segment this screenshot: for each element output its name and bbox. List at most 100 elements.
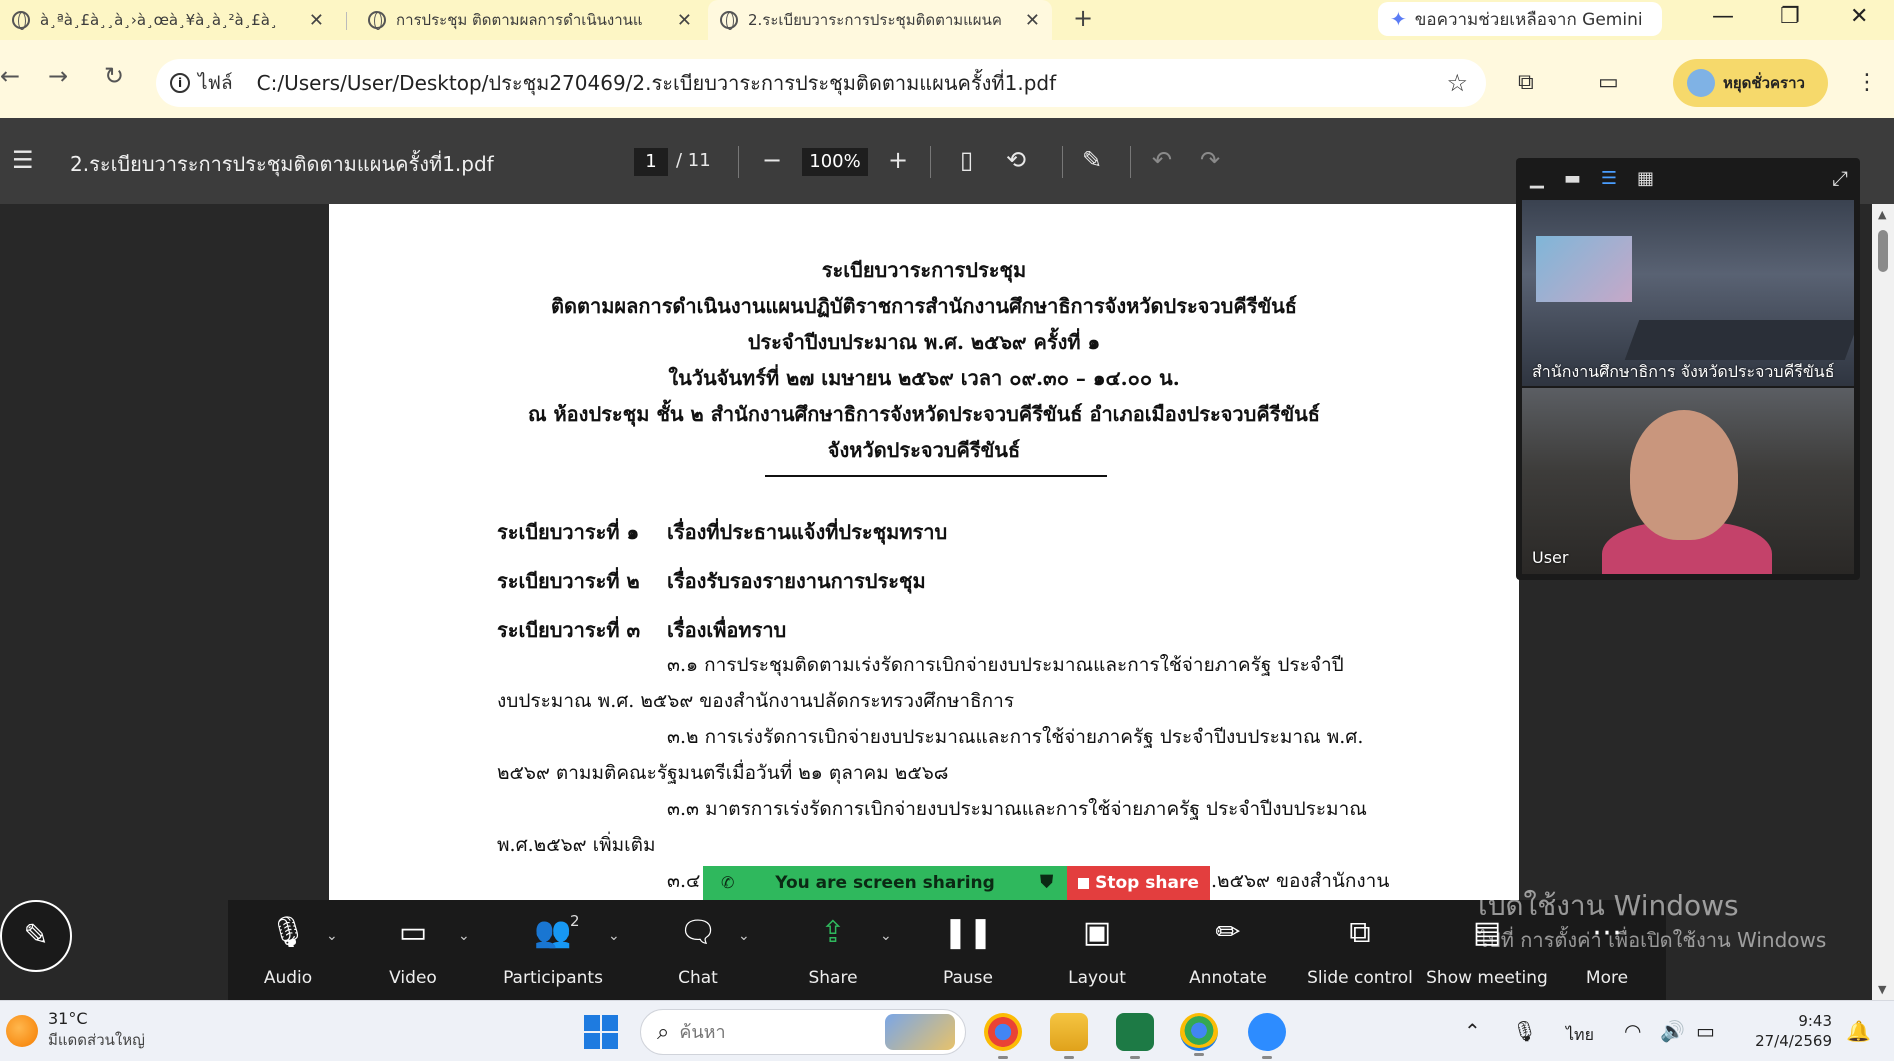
chrome-icon[interactable] <box>984 1013 1022 1059</box>
page-number-input[interactable]: 1 <box>634 148 668 176</box>
search-input[interactable] <box>679 1021 860 1043</box>
forward-icon[interactable]: → <box>48 62 68 90</box>
video-button[interactable]: ▭ ⌄ Video <box>348 900 478 1000</box>
doc-heading-line: จังหวัดประจวบคีรีขันธ์ <box>827 438 1021 462</box>
page-total: / 11 <box>676 150 711 171</box>
menu-kebab-icon[interactable]: ⋮ <box>1856 70 1878 95</box>
taskbar-search[interactable]: ⌕ <box>640 1009 966 1055</box>
pdf-file-name: 2.ระเบียบวาระการประชุมติดตามแผนครั้งที่1… <box>70 152 494 176</box>
chevron-up-icon[interactable]: ⌄ <box>458 928 470 944</box>
restore-button[interactable]: ❐ <box>1780 4 1800 29</box>
scroll-down-icon[interactable]: ▼ <box>1878 983 1886 996</box>
chrome-profile-icon[interactable] <box>1180 1013 1218 1056</box>
browser-tab-active[interactable]: 2.ระเบียบวาระการประชุมติดตามแผนค ✕ <box>708 0 1052 40</box>
pause-label: Pause <box>943 968 993 988</box>
divider <box>930 146 931 178</box>
search-icon: ⌕ <box>657 1019 670 1045</box>
minimize-view-icon[interactable]: ▁ <box>1530 168 1544 189</box>
agenda-item: ระเบียบวาระที่ ๒ เรื่องรับรองรายงานการปร… <box>497 565 926 597</box>
clock-time: 9:43 <box>1798 1012 1832 1030</box>
video-tile[interactable]: สำนักงานศึกษาธิการ จังหวัดประจวบคีรีขันธ… <box>1522 200 1854 386</box>
divider <box>1130 146 1131 178</box>
back-icon[interactable]: ← <box>0 62 20 90</box>
pdf-scrollbar[interactable]: ▲ ▼ <box>1872 204 1894 1000</box>
browser-tab[interactable]: การประชุม ติดตามผลการดำเนินงานแ ✕ <box>356 0 704 40</box>
expand-icon[interactable]: ⤢ <box>1832 166 1848 190</box>
chevron-up-icon[interactable]: ⌄ <box>738 928 750 944</box>
gemini-button[interactable]: ✦ ขอความช่วยเหลือจาก Gemini <box>1378 2 1662 36</box>
video-label: Video <box>389 968 437 988</box>
zoom-out-icon[interactable]: − <box>762 146 782 174</box>
weather-temp: 31°C <box>48 1009 88 1028</box>
slide-control-button[interactable]: ⧉ Slide control <box>1300 900 1420 1000</box>
scroll-up-icon[interactable]: ▲ <box>1878 208 1886 221</box>
fit-page-icon[interactable]: ▯ <box>960 146 973 174</box>
video-tile[interactable]: User <box>1522 388 1854 574</box>
gallery-view-icon[interactable]: ▦ <box>1637 168 1654 189</box>
input-language[interactable]: ไทย <box>1566 1023 1594 1048</box>
undo-icon[interactable]: ↶ <box>1152 146 1172 174</box>
zoom-app-icon[interactable] <box>1248 1013 1286 1059</box>
bookmark-star-icon[interactable]: ☆ <box>1446 69 1468 97</box>
speaker-icon[interactable]: 🔊 <box>1660 1019 1685 1043</box>
browser-tab[interactable]: à¸ªà¸£à¸¸à¸›à¸œà¸¥à¸à¸²à¸£à¸ ✕ <box>0 0 336 40</box>
site-info-icon[interactable]: i <box>170 73 190 93</box>
file-scheme-chip[interactable]: ไฟล์ <box>198 68 233 98</box>
reload-icon[interactable]: ↻ <box>104 62 124 90</box>
notification-bell-icon[interactable]: 🔔 <box>1846 1019 1871 1043</box>
address-bar[interactable]: i ไฟล์ C:/Users/User/Desktop/ประชุม27046… <box>156 59 1486 107</box>
redo-icon[interactable]: ↷ <box>1200 146 1220 174</box>
layout-button[interactable]: ▣ Layout <box>1042 900 1152 1000</box>
scroll-thumb[interactable] <box>1878 230 1888 272</box>
participants-button[interactable]: 👥 2 ⌄ Participants <box>478 900 628 1000</box>
close-tab-icon[interactable]: ✕ <box>309 10 324 31</box>
share-button[interactable]: ⇪ ⌄ Share <box>768 900 898 1000</box>
url-text[interactable]: C:/Users/User/Desktop/ประชุม270469/2.ระเ… <box>257 67 1056 99</box>
participants-icon: 👥 <box>534 915 572 950</box>
annotate-button[interactable]: ✏ Annotate <box>1168 900 1288 1000</box>
doc-heading-line: ติดตามผลการดำเนินงานแผนปฏิบัติราชการสำนั… <box>551 294 1297 318</box>
audio-button[interactable]: 🎙 ⌄ Audio <box>228 900 348 1000</box>
weather-widget[interactable]: 31°C มีแดดส่วนใหญ่ <box>6 1009 145 1052</box>
close-tab-icon[interactable]: ✕ <box>677 10 692 31</box>
cast-icon[interactable]: ▭ <box>1598 70 1619 95</box>
zoom-meeting-controls: 🎙 ⌄ Audio ▭ ⌄ Video 👥 2 ⌄ Participants 🗨… <box>228 900 1666 1000</box>
new-tab-button[interactable]: + <box>1073 4 1093 32</box>
file-explorer-icon[interactable] <box>1050 1013 1088 1059</box>
activation-watermark-title: เปิดใช้งาน Windows <box>1478 889 1739 922</box>
stop-share-label: Stop share <box>1095 873 1199 893</box>
chevron-up-icon[interactable]: ⌄ <box>880 928 892 944</box>
divider <box>1062 146 1063 178</box>
sharing-status[interactable]: ✆ You are screen sharing ⛊ <box>703 866 1067 900</box>
annotate-pen-icon[interactable]: ✎ <box>0 900 72 972</box>
zoom-level-input[interactable]: 100% <box>802 148 868 176</box>
profile-paused-button[interactable]: หยุดชั่วคราว <box>1673 59 1828 107</box>
participant-name: User <box>1532 548 1569 567</box>
chat-button[interactable]: 🗨 ⌄ Chat <box>648 900 750 1000</box>
wifi-icon[interactable]: ◠ <box>1624 1019 1641 1043</box>
stop-share-button[interactable]: Stop share <box>1067 866 1210 900</box>
pin-icon[interactable]: ✆ <box>721 873 734 892</box>
minimize-button[interactable]: — <box>1712 4 1734 29</box>
sidebar-menu-icon[interactable]: ☰ <box>12 146 34 174</box>
chevron-up-icon[interactable]: ⌄ <box>326 928 338 944</box>
close-tab-icon[interactable]: ✕ <box>1025 10 1040 31</box>
zoom-in-icon[interactable]: + <box>888 146 908 174</box>
battery-icon[interactable]: ▭ <box>1696 1019 1715 1043</box>
taskbar-clock[interactable]: 9:43 27/4/2569 <box>1740 1011 1832 1051</box>
chevron-up-icon[interactable]: ⌃ <box>1464 1019 1481 1043</box>
chevron-up-icon[interactable]: ⌄ <box>608 928 620 944</box>
excel-icon[interactable] <box>1116 1013 1154 1059</box>
microphone-tray-icon[interactable]: 🎙 <box>1512 1019 1537 1043</box>
windows-start-icon[interactable] <box>584 1015 618 1049</box>
rotate-icon[interactable]: ⟲ <box>1006 146 1026 174</box>
speaker-view-icon[interactable]: ☰ <box>1601 168 1617 189</box>
agenda-title: เรื่องรับรองรายงานการประชุม <box>667 569 926 593</box>
extensions-icon[interactable]: ⧉ <box>1518 70 1534 95</box>
close-window-button[interactable]: ✕ <box>1850 4 1868 29</box>
tab-title: การประชุม ติดตามผลการดำเนินงานแ <box>396 11 643 29</box>
pause-share-button[interactable]: ❚❚ Pause <box>918 900 1018 1000</box>
participant-name: สำนักงานศึกษาธิการ จังหวัดประจวบคีรีขันธ… <box>1532 362 1835 381</box>
draw-icon[interactable]: ✎ <box>1082 146 1102 174</box>
active-speaker-view-icon[interactable]: ▬ <box>1564 168 1581 189</box>
